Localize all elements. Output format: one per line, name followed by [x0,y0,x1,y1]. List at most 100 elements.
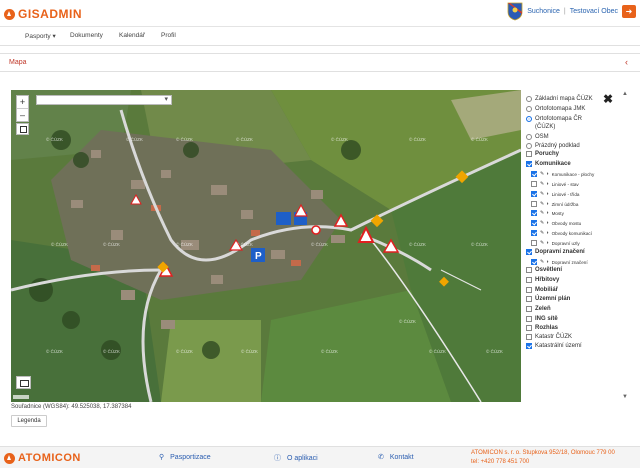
user-name-link[interactable]: Testovací Obec [570,8,618,15]
layer-checkbox[interactable] [526,277,532,283]
main-nav: Pasporty ▾ Dokumenty Kalendář Profil [0,27,640,46]
layer-tools-icon[interactable]: ✎ ◑ [540,171,549,177]
layer-label: Dopravní značení [535,249,585,255]
sublayer-option[interactable]: ✎ ◑ Dopravní značení [531,259,588,265]
layer-checkbox[interactable] [531,240,537,246]
map-search-select[interactable] [36,95,172,105]
layer-checkbox[interactable] [526,306,532,312]
layer-tools-icon[interactable]: ✎ ◑ [540,181,549,187]
layer-checkbox[interactable] [526,161,532,167]
nav-item-dokumenty[interactable]: Dokumenty [70,32,103,39]
sublayer-option[interactable]: ✎ ◑ Obvody mostu [531,220,581,226]
map-view[interactable]: P © ČÚZK © ČÚZK © ČÚZK © ČÚZK © ČÚZK © Č… [11,90,521,402]
layer-checkbox[interactable] [526,249,532,255]
base-layer-option[interactable]: Prázdný podklad [526,143,580,149]
nav-item-kalendar[interactable]: Kalendář [119,32,145,39]
layer-tools-icon[interactable]: ✎ ◑ [540,230,549,236]
footer-link-pasportizace[interactable]: ⚲ Pasportizace [159,453,211,462]
map-watermark: © ČÚZK [409,242,426,247]
base-layer-option[interactable]: (ČÚZK) [526,124,555,130]
layer-checkbox[interactable] [531,230,537,236]
layer-checkbox[interactable] [531,171,537,177]
zoom-in-button[interactable]: + [17,96,28,108]
layer-tools-icon[interactable]: ✎ ◑ [540,210,549,216]
footer-brand: ATOMICON [18,452,81,464]
overlay-layer-option[interactable]: Poruchy [526,151,559,157]
zoom-out-button[interactable]: – [17,108,28,121]
base-layer-option[interactable]: OSM [526,134,549,140]
scroll-down-icon[interactable]: ▼ [622,394,628,400]
sublayer-option[interactable]: ✎ ◑ Zimní údržba [531,201,578,207]
nav-item-profil[interactable]: Profil [161,32,176,39]
layer-radio[interactable] [526,96,532,102]
close-icon[interactable]: ✖ [603,92,613,106]
overlay-layer-option[interactable]: Rozhlas [526,325,558,331]
layer-tools-icon[interactable]: ✎ ◑ [540,191,549,197]
layer-radio[interactable] [526,143,532,149]
logout-button[interactable]: ➜ [622,5,636,18]
base-layer-option[interactable]: Základní mapa ČÚZK [526,96,593,102]
sublayer-option[interactable]: ✎ ◑ Liniové - stav [531,181,579,187]
layer-checkbox[interactable] [526,287,532,293]
layer-checkbox[interactable] [526,316,532,322]
layer-label: Hřbitovy [535,277,560,283]
layer-checkbox[interactable] [526,334,532,340]
sublayer-option[interactable]: ✎ ◑ Mosty [531,210,564,216]
layer-checkbox[interactable] [526,267,532,273]
layer-label: Liniové - třída [551,191,580,197]
base-layer-option[interactable]: Ortofotomapa ČR [526,116,582,122]
sublayer-option[interactable]: ✎ ◑ Dopravní uzly [531,240,580,246]
overlay-layer-option[interactable]: Katastrální území [526,343,582,349]
overlay-layer-option[interactable]: ING sítě [526,316,558,322]
map-watermark: © ČÚZK [176,242,193,247]
layer-checkbox[interactable] [526,325,532,331]
layer-switch-button[interactable] [16,376,31,389]
overlay-layer-option[interactable]: Hřbitovy [526,277,559,283]
overlay-layer-option[interactable]: Územní plán [526,296,570,302]
brand-logo[interactable]: GISADMIN [4,7,82,21]
layer-checkbox[interactable] [531,210,537,216]
layer-label: Územní plán [535,296,571,302]
map-watermark: © ČÚZK [103,242,120,247]
overlay-layer-option[interactable]: Zeleň [526,306,551,312]
layer-checkbox[interactable] [526,343,532,349]
layer-tools-icon[interactable]: ✎ ◑ [540,259,549,265]
sublayer-option[interactable]: ✎ ◑ Liniové - třída [531,191,579,197]
layer-checkbox[interactable] [531,220,537,226]
footer-link-o-aplikaci[interactable]: ⓘ O aplikaci [274,453,318,463]
layer-radio[interactable] [526,106,532,112]
layer-tools-icon[interactable]: ✎ ◑ [540,220,549,226]
top-bar: GISADMIN Suchonice | Testovací Obec ➜ [0,0,640,27]
layer-checkbox[interactable] [531,201,537,207]
nav-item-pasporty[interactable]: Pasporty ▾ [25,32,56,40]
fullscreen-button[interactable] [16,123,29,135]
user-org-link[interactable]: Suchonice [527,8,560,15]
overlay-layer-option[interactable]: Mobiliář [526,287,558,293]
layer-radio[interactable] [526,116,532,122]
overlay-layer-option[interactable]: Katastr ČÚZK [526,334,572,340]
layer-label: Komunikace [535,161,571,167]
layer-checkbox[interactable] [531,259,537,265]
layer-tools-icon[interactable]: ✎ ◑ [540,201,549,207]
footer-logo[interactable]: ATOMICON [4,452,81,464]
layer-radio[interactable] [526,134,532,140]
scroll-up-icon[interactable]: ▲ [622,91,628,97]
sublayer-option[interactable]: ✎ ◑ Komunikace - plochy [531,171,594,177]
legend-button[interactable]: Legenda [11,415,47,427]
layer-label: Prázdný podklad [535,143,580,149]
layer-checkbox[interactable] [531,191,537,197]
base-layer-option[interactable]: Ortofotomapa JMK [526,106,585,112]
footer-link-kontakt[interactable]: ✆ Kontakt [378,453,414,462]
sublayer-option[interactable]: ✎ ◑ Obvody komunikací [531,230,592,236]
layer-checkbox[interactable] [526,151,532,157]
layer-label: Obvody mostu [551,220,582,226]
layer-checkbox[interactable] [526,296,532,302]
overlay-layer-option[interactable]: Osvětlení [526,267,562,273]
layer-tools-icon[interactable]: ✎ ◑ [540,240,549,246]
overlay-layer-option[interactable]: Dopravní značení [526,249,585,255]
map-watermark: © ČÚZK [486,349,503,354]
collapse-panel-icon[interactable]: ‹ [625,57,628,67]
map-panel-header: Mapa ‹ [0,53,640,72]
overlay-layer-option[interactable]: Komunikace [526,161,571,167]
layer-checkbox[interactable] [531,181,537,187]
